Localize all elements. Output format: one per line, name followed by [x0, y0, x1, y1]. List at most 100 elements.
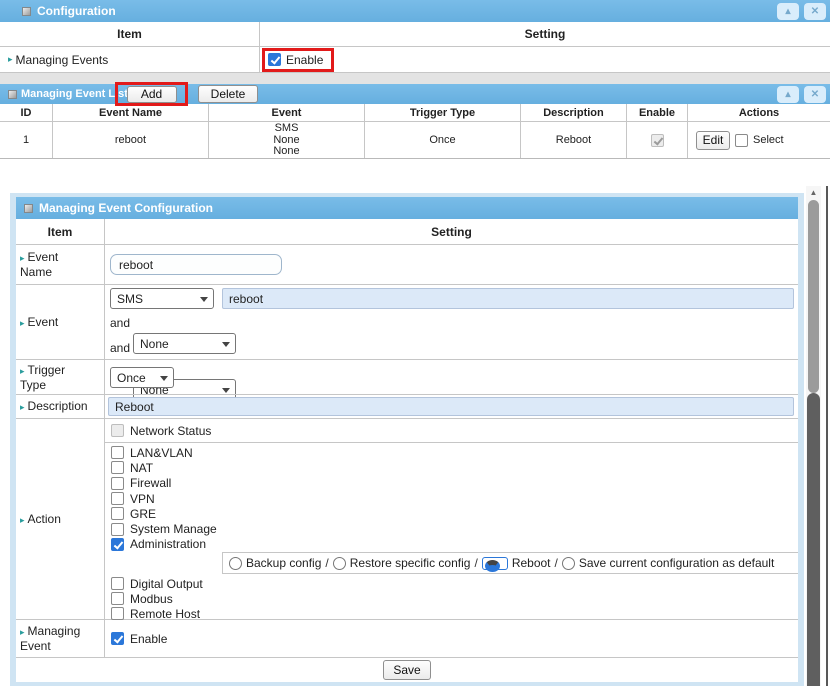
system-manage-checkbox[interactable]	[111, 523, 124, 536]
col-event-name: Event Name	[53, 104, 209, 121]
panel-bullet-icon	[24, 204, 33, 213]
bullet-icon: ▸	[20, 318, 25, 328]
add-highlight-box: Add	[115, 82, 188, 106]
event-config-title: Managing Event Configuration	[39, 201, 213, 215]
gre-label: GRE	[130, 507, 156, 521]
col-trigger-type: Trigger Type	[365, 104, 521, 121]
configuration-title: Configuration	[37, 4, 116, 18]
remote-host-label: Remote Host	[130, 607, 200, 621]
event-value-input[interactable]: reboot	[222, 288, 794, 309]
row-description: ▸Description Reboot	[16, 395, 798, 419]
network-status-line: Network Status	[105, 419, 798, 443]
vpn-checkbox[interactable]	[111, 492, 124, 505]
reboot-radio[interactable]	[482, 557, 508, 570]
event-config-panel: Managing Event Configuration Item Settin…	[10, 193, 804, 686]
select-checkbox[interactable]	[735, 134, 748, 147]
bullet-icon: ▸	[8, 54, 13, 65]
bullet-icon: ▸	[20, 253, 25, 263]
save-row: Save	[16, 658, 798, 682]
collapse-icon[interactable]: ▴	[777, 86, 799, 103]
nat-checkbox[interactable]	[111, 461, 124, 474]
modbus-label: Modbus	[130, 592, 173, 606]
event-config-table-header: Item Setting	[16, 219, 798, 245]
description-input[interactable]: Reboot	[108, 397, 794, 416]
and-label-1: and	[110, 316, 130, 330]
close-glyph: ✕	[811, 6, 819, 17]
remote-host-checkbox[interactable]	[111, 607, 124, 620]
row-managing-event: ▸Managing Event Enable	[16, 620, 798, 658]
event-list-table-header: ID Event Name Event Trigger Type Descrip…	[0, 104, 830, 122]
managing-event-label-cell: ▸Managing Event	[16, 620, 105, 657]
save-default-label: Save current configuration as default	[579, 556, 774, 570]
close-icon[interactable]: ✕	[804, 86, 826, 103]
scrollbar-lower-bar[interactable]	[807, 393, 820, 686]
action-label: Action	[28, 512, 61, 526]
config-col-setting: Setting	[260, 22, 830, 46]
collapse-glyph: ▴	[785, 6, 790, 17]
managing-event-enable-checkbox[interactable]	[111, 632, 124, 645]
config-row-managing-events: ▸ Managing Events Enable	[0, 47, 830, 73]
administration-checkbox[interactable]	[111, 538, 124, 551]
col-description: Description	[521, 104, 627, 121]
panel-bullet-icon	[8, 90, 17, 99]
scrollbar-thumb[interactable]	[808, 200, 819, 393]
description-label-cell: ▸Description	[16, 395, 105, 418]
configuration-header: Configuration ▴ ✕	[0, 0, 830, 22]
row-trigger-type: Once	[365, 122, 521, 158]
row-trigger-type: ▸Trigger Type Once	[16, 360, 798, 395]
backup-config-radio[interactable]	[229, 557, 242, 570]
panel-bullet-icon	[22, 7, 31, 16]
select-label: Select	[753, 134, 784, 146]
scroll-up-glyph: ▲	[810, 188, 818, 197]
save-button[interactable]: Save	[383, 660, 431, 680]
edit-button[interactable]: Edit	[696, 131, 730, 150]
restore-config-label: Restore specific config	[350, 556, 471, 570]
event-list-row: 1 reboot SMS None None Once Reboot Edit …	[0, 122, 830, 159]
scrollbar-track[interactable]: ▲	[806, 186, 821, 686]
scroll-up-icon[interactable]: ▲	[806, 186, 821, 199]
digital-output-label: Digital Output	[130, 577, 203, 591]
col-id: ID	[0, 104, 53, 121]
managing-events-enable-checkbox[interactable]	[268, 53, 281, 66]
close-icon[interactable]: ✕	[804, 3, 826, 20]
row-id: 1	[0, 122, 53, 158]
config-col-item: Item	[16, 219, 105, 244]
enable-highlight-box: Enable	[262, 48, 334, 72]
row-event-name: ▸Event Name reboot	[16, 245, 798, 285]
firewall-label: Firewall	[130, 476, 171, 490]
managing-event-label: Managing Event	[20, 624, 80, 653]
row-actions-cell: Edit Select	[688, 122, 830, 158]
option-separator: /	[325, 556, 328, 570]
trigger-type-select[interactable]: Once	[110, 367, 174, 388]
modbus-checkbox[interactable]	[111, 592, 124, 605]
add-button[interactable]: Add	[127, 86, 177, 103]
nat-label: NAT	[130, 461, 153, 475]
event-and-select-1[interactable]: None	[133, 333, 236, 354]
delete-button[interactable]: Delete	[198, 85, 258, 103]
trigger-type-label: Trigger Type	[20, 363, 65, 392]
row-action: ▸Action Network Status LAN&VLAN NAT Fire…	[16, 419, 798, 620]
managing-events-setting-cell: Enable	[260, 47, 830, 72]
action-label-cell: ▸Action	[16, 419, 105, 619]
restore-config-radio[interactable]	[333, 557, 346, 570]
gre-checkbox[interactable]	[111, 507, 124, 520]
event-list-title: Managing Event List	[21, 88, 128, 100]
lan-vlan-checkbox[interactable]	[111, 446, 124, 459]
config-col-setting: Setting	[105, 219, 798, 244]
network-status-label: Network Status	[130, 424, 211, 438]
backup-config-label: Backup config	[246, 556, 321, 570]
event-name-label: Event Name	[20, 250, 58, 279]
save-default-radio[interactable]	[562, 557, 575, 570]
digital-output-checkbox[interactable]	[111, 577, 124, 590]
description-label: Description	[28, 399, 88, 413]
firewall-checkbox[interactable]	[111, 477, 124, 490]
col-actions: Actions	[688, 104, 830, 121]
event-name-input[interactable]: reboot	[110, 254, 282, 275]
close-glyph: ✕	[811, 89, 819, 100]
collapse-icon[interactable]: ▴	[777, 3, 799, 20]
col-event: Event	[209, 104, 365, 121]
row-enable-checkbox	[651, 134, 664, 147]
administration-label: Administration	[130, 537, 206, 551]
page: Configuration ▴ ✕ Item Setting ▸ Managin…	[0, 0, 830, 686]
event-type-select[interactable]: SMS	[110, 288, 214, 309]
